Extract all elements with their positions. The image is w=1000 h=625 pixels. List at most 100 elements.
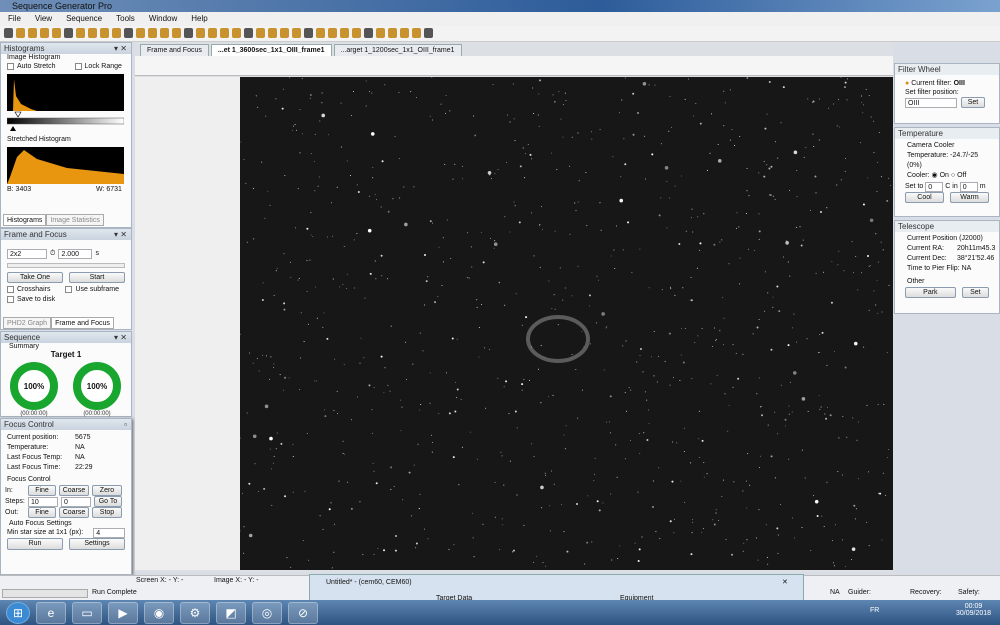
run-button[interactable]: Run: [7, 537, 63, 550]
toolbar-button[interactable]: [280, 28, 289, 38]
tab-histograms[interactable]: Histograms: [3, 214, 47, 226]
binning-select[interactable]: 2x2: [7, 248, 47, 259]
close-icon[interactable]: ▾ ✕: [114, 229, 127, 240]
min-star-input[interactable]: 4: [93, 527, 125, 538]
toolbar-button[interactable]: [292, 28, 301, 38]
app-icon-2[interactable]: ◩: [216, 601, 246, 624]
cooler-on-radio[interactable]: ◉: [932, 172, 938, 179]
toolbar-button[interactable]: [244, 28, 253, 38]
toolbar-button[interactable]: [64, 28, 73, 38]
save-to-disk-checkbox[interactable]: [7, 296, 14, 303]
toolbar-button[interactable]: [400, 28, 409, 38]
toolbar-button[interactable]: [88, 28, 97, 38]
star: [328, 508, 331, 511]
out-coarse-button[interactable]: Coarse: [59, 507, 89, 518]
doc-tab-frame-focus[interactable]: Frame and Focus: [140, 44, 209, 56]
set-park-button[interactable]: Set: [961, 287, 989, 298]
close-icon[interactable]: ▾ ✕: [114, 43, 127, 54]
toolbar-button[interactable]: [352, 28, 361, 38]
black-point-slider[interactable]: [10, 126, 16, 131]
doc-tab-frame-1200[interactable]: ...arget 1_1200sec_1x1_OIII_frame1: [333, 44, 462, 56]
menu-help[interactable]: Help: [191, 12, 207, 26]
start-button[interactable]: Start: [69, 272, 125, 283]
toolbar-button[interactable]: [328, 28, 337, 38]
park-button[interactable]: Park: [905, 287, 956, 298]
toolbar-button[interactable]: [340, 28, 349, 38]
toolbar-button[interactable]: [148, 28, 157, 38]
start-button[interactable]: ⊞: [6, 601, 30, 624]
toolbar-button[interactable]: [160, 28, 169, 38]
explorer-icon[interactable]: ▭: [72, 601, 102, 624]
toolbar-button[interactable]: [304, 28, 313, 38]
toolbar-button[interactable]: [208, 28, 217, 38]
take-one-button[interactable]: Take One: [7, 272, 63, 283]
app-icon[interactable]: ⚙: [180, 601, 210, 624]
filter-select[interactable]: OIII: [905, 97, 957, 108]
menu-window[interactable]: Window: [149, 12, 177, 26]
language-indicator[interactable]: FR: [870, 607, 879, 614]
menu-view[interactable]: View: [35, 12, 52, 26]
cool-button[interactable]: Cool: [905, 192, 944, 203]
toolbar-button[interactable]: [52, 28, 61, 38]
warm-button[interactable]: Warm: [950, 192, 989, 203]
menu-tools[interactable]: Tools: [116, 12, 135, 26]
toolbar-button[interactable]: [16, 28, 25, 38]
out-fine-button[interactable]: Fine: [28, 507, 56, 518]
tab-frame-focus[interactable]: Frame and Focus: [51, 317, 114, 329]
toolbar-button[interactable]: [376, 28, 385, 38]
toolbar-button[interactable]: [76, 28, 85, 38]
close-icon[interactable]: ▾ ✕: [114, 332, 127, 343]
chrome-icon[interactable]: ◉: [144, 601, 174, 624]
menu-sequence[interactable]: Sequence: [66, 12, 102, 26]
toolbar-button[interactable]: [256, 28, 265, 38]
toolbar-button[interactable]: [196, 28, 205, 38]
toolbar-button[interactable]: [184, 28, 193, 38]
tab-image-statistics[interactable]: Image Statistics: [46, 214, 104, 226]
lock-range-checkbox[interactable]: [74, 63, 82, 70]
toolbar-button[interactable]: [412, 28, 421, 38]
settings-button[interactable]: Settings: [69, 537, 125, 550]
minutes-input[interactable]: 0: [959, 181, 978, 192]
sgpro-icon[interactable]: ⊘: [288, 601, 318, 624]
go-to-button[interactable]: Go To: [94, 496, 122, 507]
toolbar-button[interactable]: [40, 28, 49, 38]
set-temp-input[interactable]: 0: [925, 181, 944, 192]
clock[interactable]: 00:09 30/09/2018: [956, 603, 991, 617]
media-player-icon[interactable]: ▶: [108, 601, 138, 624]
toolbar-button[interactable]: [4, 28, 13, 38]
toolbar-button[interactable]: [232, 28, 241, 38]
in-coarse-button[interactable]: Coarse: [59, 485, 89, 496]
toolbar-button[interactable]: [28, 28, 37, 38]
steps-input-2[interactable]: 0: [61, 496, 91, 507]
crosshairs-checkbox[interactable]: [7, 286, 14, 293]
toolbar-button[interactable]: [388, 28, 397, 38]
toolbar-button[interactable]: [172, 28, 181, 38]
stop-button[interactable]: Stop: [92, 507, 122, 518]
astro-image[interactable]: [240, 77, 893, 570]
auto-stretch-checkbox[interactable]: [7, 63, 14, 70]
subframe-checkbox[interactable]: [65, 286, 73, 293]
toolbar-button[interactable]: [100, 28, 109, 38]
toolbar-button[interactable]: [220, 28, 229, 38]
toolbar-button[interactable]: [316, 28, 325, 38]
cooler-off-radio[interactable]: ○: [951, 172, 955, 179]
zero-button[interactable]: Zero: [92, 485, 122, 496]
close-icon[interactable]: ▫: [124, 419, 127, 430]
in-fine-button[interactable]: Fine: [28, 485, 56, 496]
set-filter-button[interactable]: Set: [961, 97, 985, 108]
doc-tab-frame-3600[interactable]: ...et 1_3600sec_1x1_OIII_frame1: [210, 44, 332, 56]
white-point-slider[interactable]: [14, 111, 22, 118]
ie-icon[interactable]: e: [36, 601, 66, 624]
toolbar-button[interactable]: [136, 28, 145, 38]
menu-file[interactable]: File: [8, 12, 21, 26]
exposure-input[interactable]: 2.000: [58, 248, 93, 259]
toolbar-button[interactable]: [124, 28, 133, 38]
phd2-icon[interactable]: ◎: [252, 601, 282, 624]
close-icon[interactable]: ✕: [782, 578, 788, 586]
steps-input[interactable]: 10: [28, 496, 58, 507]
toolbar-button[interactable]: [364, 28, 373, 38]
toolbar-button[interactable]: [112, 28, 121, 38]
tab-phd2-graph[interactable]: PHD2 Graph: [3, 317, 52, 329]
toolbar-button[interactable]: [268, 28, 277, 38]
toolbar-button[interactable]: [424, 28, 433, 38]
